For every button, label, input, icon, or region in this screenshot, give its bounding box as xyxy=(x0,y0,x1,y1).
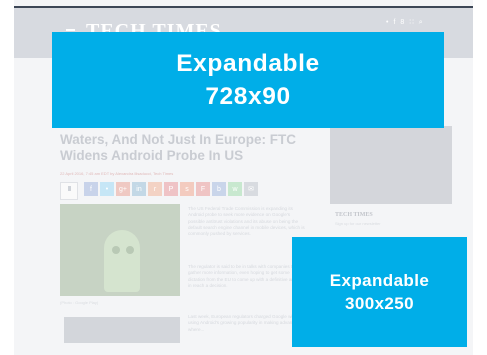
linkedin-icon: in xyxy=(136,185,142,193)
pinterest-icon: P xyxy=(168,185,174,193)
ad-size: 300x250 xyxy=(345,294,414,313)
stumbleupon-icon: s xyxy=(185,185,189,193)
android-eye xyxy=(126,246,134,254)
share-linkedin-button[interactable]: in xyxy=(132,182,146,196)
share-buttons: f • g+ in r P s F b w ✉ xyxy=(84,182,258,196)
sidebar-brand: TECH TIMES xyxy=(335,212,373,218)
article-paragraph: The regulator is said to be in talks wit… xyxy=(188,264,304,288)
share-flipboard-button[interactable]: F xyxy=(196,182,210,196)
share-googleplus-button[interactable]: g+ xyxy=(116,182,130,196)
sidebar-placeholder xyxy=(330,126,452,204)
bookmark-icon: b xyxy=(217,185,221,193)
share-whatsapp-button[interactable]: w xyxy=(228,182,242,196)
share-email-button[interactable]: ✉ xyxy=(244,182,258,196)
sidebar-text: Sign up for our newsletter xyxy=(335,221,381,226)
rss-icon[interactable]: ∷ xyxy=(409,18,413,28)
android-eye xyxy=(112,246,120,254)
article-headline: Waters, And Not Just In Europe: FTC Wide… xyxy=(60,132,296,163)
facebook-icon: f xyxy=(90,185,92,193)
googleplus-icon: g+ xyxy=(119,185,127,193)
social-links: • f 8 ∷ ⌕ xyxy=(386,18,423,28)
share-bookmark-button[interactable]: b xyxy=(212,182,226,196)
share-reddit-button[interactable]: r xyxy=(148,182,162,196)
whatsapp-icon: w xyxy=(232,185,238,193)
expandable-banner-ad[interactable]: Expandable 728x90 xyxy=(52,32,444,128)
twitter-icon[interactable]: • xyxy=(386,18,388,28)
share-count xyxy=(60,182,78,200)
article-paragraph: The US Federal Trade Commission is expan… xyxy=(188,206,305,237)
article-paragraph: Last week, European regulators charged G… xyxy=(188,314,300,332)
share-facebook-button[interactable]: f xyxy=(84,182,98,196)
share-twitter-button[interactable]: • xyxy=(100,182,114,196)
share-stumbleupon-button[interactable]: s xyxy=(180,182,194,196)
expandable-box-ad[interactable]: Expandable 300x250 xyxy=(292,237,467,347)
email-icon: ✉ xyxy=(248,186,254,193)
ad-title: Expandable xyxy=(176,50,320,77)
image-caption: (Photo : Google Play) xyxy=(60,300,99,305)
article-byline: 22 April 2016, 7:45 am EDT by Alexandra … xyxy=(60,171,174,176)
flipboard-icon: F xyxy=(200,185,206,193)
article-image xyxy=(60,204,180,296)
search-icon[interactable]: ⌕ xyxy=(419,18,423,28)
twitter-icon: • xyxy=(105,185,109,193)
related-content-box xyxy=(64,317,180,343)
googleplus-icon[interactable]: 8 xyxy=(400,18,404,28)
facebook-icon[interactable]: f xyxy=(393,18,395,28)
ad-size: 728x90 xyxy=(205,83,291,110)
reddit-icon: r xyxy=(153,185,157,193)
ad-title: Expandable xyxy=(329,271,430,290)
android-figurine xyxy=(104,230,140,292)
share-pinterest-button[interactable]: P xyxy=(164,182,178,196)
